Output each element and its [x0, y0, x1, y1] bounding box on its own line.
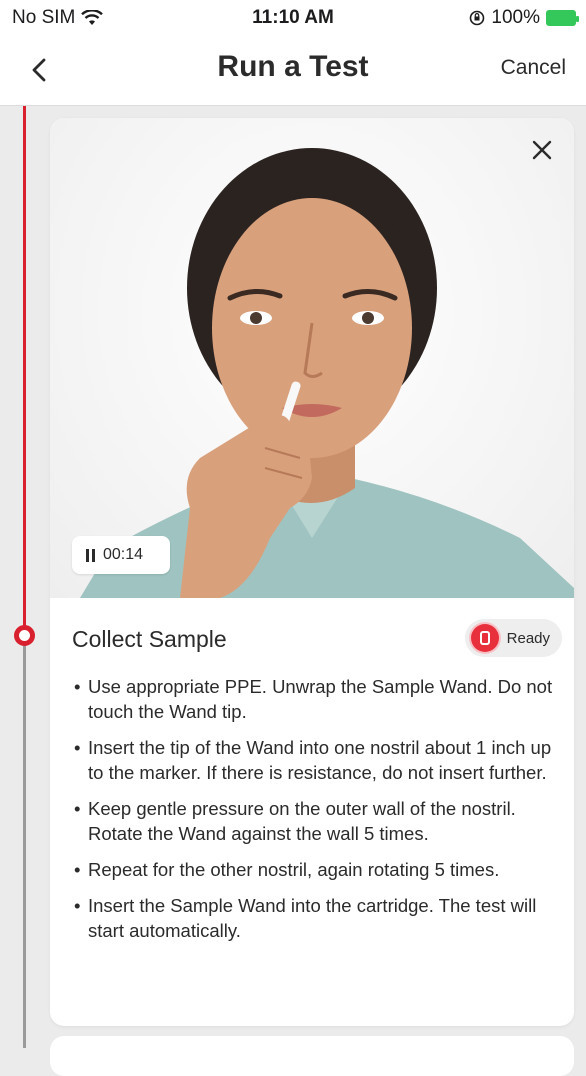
instruction-item: Repeat for the other nostril, again rota…	[74, 857, 560, 882]
pause-icon	[86, 548, 95, 562]
instruction-item: Insert the Sample Wand into the cartridg…	[74, 893, 560, 943]
instruction-list: Use appropriate PPE. Unwrap the Sample W…	[74, 674, 560, 954]
orientation-lock-icon	[470, 10, 485, 26]
video-timer-label: 00:14	[103, 546, 144, 563]
carrier-label: No SIM	[12, 7, 76, 28]
timeline-current-step-dot	[14, 625, 35, 646]
instruction-item: Insert the tip of the Wand into one nost…	[74, 735, 560, 785]
close-icon[interactable]	[528, 136, 556, 164]
instruction-video[interactable]: 00:14	[50, 118, 574, 598]
instruction-illustration	[80, 148, 574, 598]
timeline-remaining-line	[23, 636, 26, 1048]
battery-percent: 100%	[491, 7, 540, 28]
status-left: No SIM	[12, 7, 104, 29]
next-step-card[interactable]	[50, 1036, 574, 1076]
status-badge: Ready	[464, 619, 562, 657]
wifi-icon	[81, 10, 104, 25]
video-play-pause-button[interactable]: 00:14	[72, 536, 170, 574]
cancel-button[interactable]: Cancel	[501, 56, 566, 80]
nav-bar: Run a Test Cancel	[0, 36, 586, 106]
status-right: 100%	[469, 7, 579, 29]
instruction-item: Use appropriate PPE. Unwrap the Sample W…	[74, 674, 560, 724]
cartridge-icon	[470, 624, 499, 652]
step-card: 00:14 Collect Sample Ready Use appropria…	[50, 118, 574, 1026]
status-bar: No SIM 11:10 AM 100%	[0, 0, 586, 36]
page-title: Run a Test	[217, 50, 369, 83]
battery-icon	[546, 10, 579, 26]
step-title: Collect Sample	[72, 626, 227, 652]
timeline-progress-line	[23, 106, 26, 636]
status-badge-label: Ready	[506, 629, 550, 647]
instruction-item: Keep gentle pressure on the outer wall o…	[74, 796, 560, 846]
